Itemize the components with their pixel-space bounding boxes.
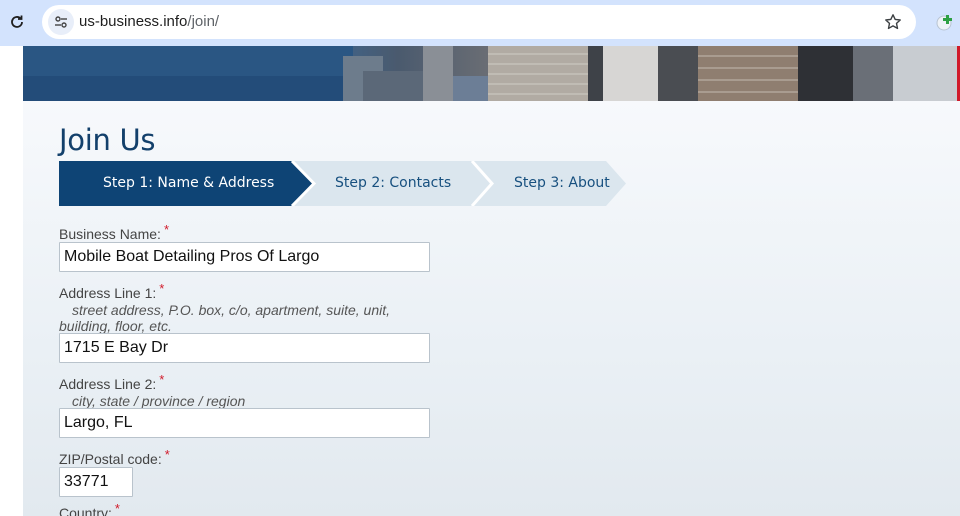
step-3-about[interactable]: Step 3: About [492, 161, 626, 206]
address-line-1-hint: street address, P.O. box, c/o, apartment… [59, 302, 390, 334]
url-host: us-business.info [79, 13, 188, 30]
address-line-1-hint-line1: street address, P.O. box, c/o, apartment… [72, 302, 391, 318]
step-2-label: Step 2: Contacts [335, 175, 452, 191]
required-asterisk: * [159, 372, 165, 387]
address-line-1-label-text: Address Line 1: [59, 285, 157, 301]
url-text: us-business.info/join/ [79, 13, 219, 30]
form-container: Join Us Step 1: Name & Address Step 2: C… [23, 101, 960, 516]
address-bar[interactable]: us-business.info/join/ [42, 5, 916, 39]
business-name-label-text: Business Name: [59, 226, 161, 242]
site-info-icon[interactable] [48, 9, 74, 35]
reload-icon[interactable] [4, 9, 30, 35]
business-name-input[interactable]: Mobile Boat Detailing Pros Of Largo [59, 242, 430, 272]
zip-label-text: ZIP/Postal code: [59, 451, 162, 467]
url-path: /join/ [187, 13, 220, 30]
bookmark-star-icon[interactable] [882, 11, 904, 33]
step-indicator: Step 1: Name & Address Step 2: Contacts … [59, 161, 626, 206]
header-banner-image [23, 46, 960, 101]
step-2-contacts[interactable]: Step 2: Contacts [314, 161, 484, 206]
web-page: Join Us Step 1: Name & Address Step 2: C… [0, 46, 960, 516]
address-line-2-label: Address Line 2: * [59, 372, 164, 392]
required-asterisk: * [163, 222, 169, 237]
address-line-1-label: Address Line 1: * [59, 281, 164, 301]
address-line-2-input[interactable]: Largo, FL [59, 408, 430, 438]
zip-input[interactable]: 33771 [59, 467, 133, 497]
address-line-1-hint-line2: building, floor, etc. [59, 318, 172, 334]
country-label-text: Country: [59, 505, 112, 516]
zip-label: ZIP/Postal code: * [59, 447, 170, 467]
required-asterisk: * [159, 281, 165, 296]
step-1-name-address[interactable]: Step 1: Name & Address [59, 161, 299, 206]
required-asterisk: * [164, 447, 170, 462]
extension-icon[interactable] [934, 11, 956, 33]
browser-toolbar: us-business.info/join/ [0, 0, 960, 46]
country-label: Country: * [59, 501, 120, 516]
address-line-2-hint: city, state / province / region [72, 393, 246, 409]
business-name-label: Business Name: * [59, 222, 169, 242]
step-1-label: Step 1: Name & Address [103, 175, 275, 191]
required-asterisk: * [114, 501, 120, 516]
step-3-label: Step 3: About [514, 175, 610, 191]
address-line-2-label-text: Address Line 2: [59, 376, 157, 392]
page-title: Join Us [59, 123, 156, 157]
address-line-1-input[interactable]: 1715 E Bay Dr [59, 333, 430, 363]
